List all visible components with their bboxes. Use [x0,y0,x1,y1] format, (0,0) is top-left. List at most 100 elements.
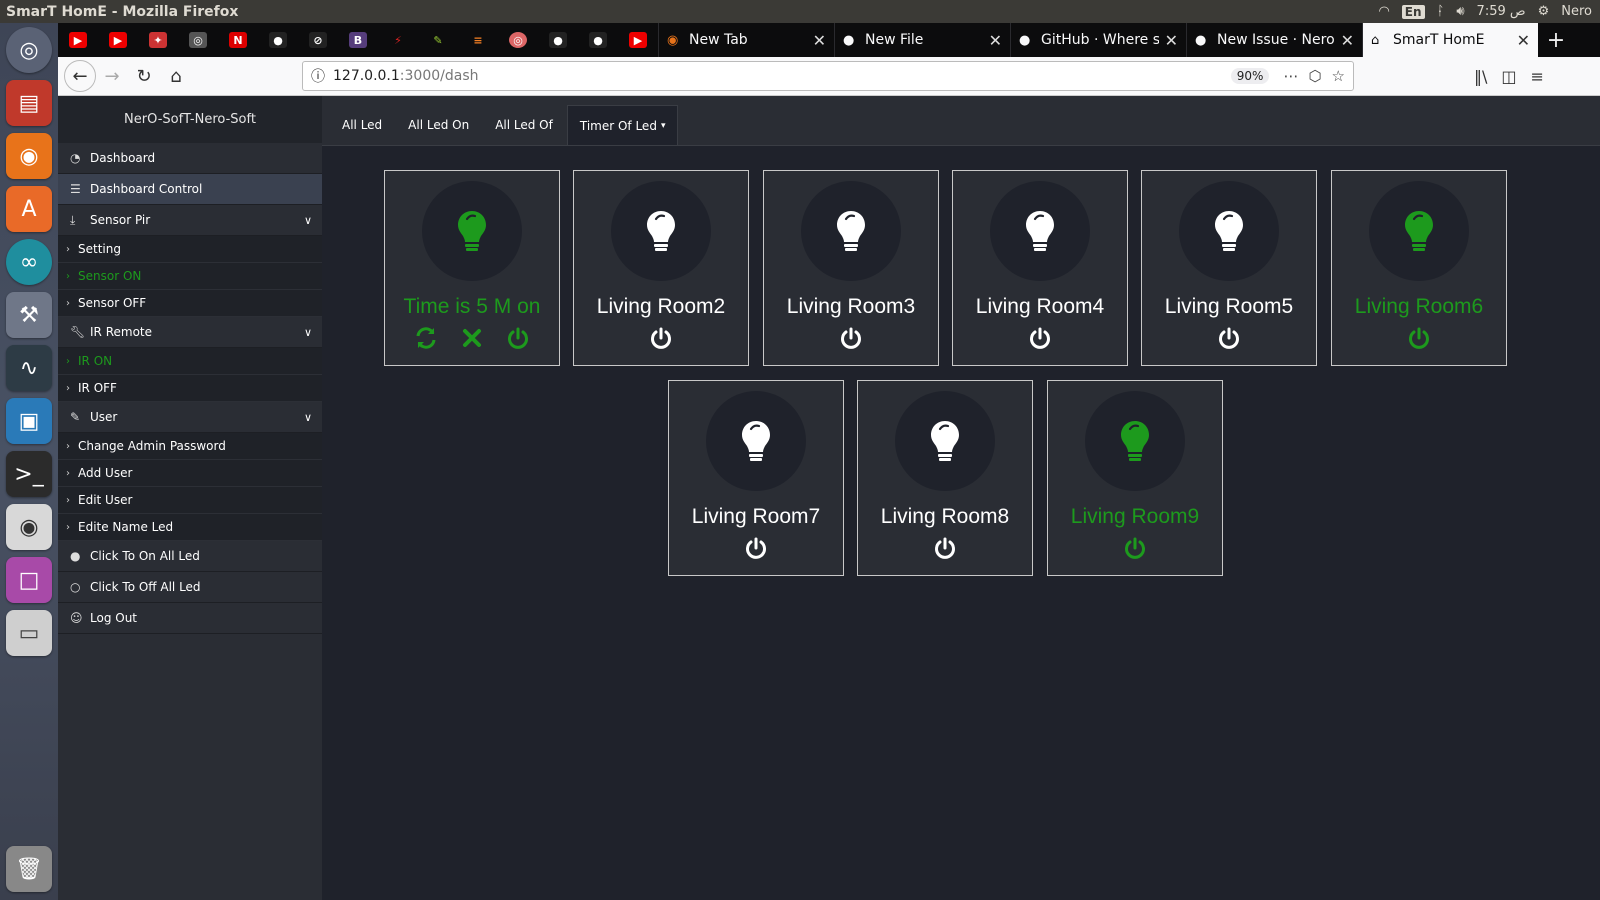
tab-all-led[interactable]: All Led [330,105,394,145]
power-icon[interactable] [743,535,769,561]
keyboard-layout-indicator[interactable]: En [1401,4,1425,19]
close-icon[interactable]: ✕ [1165,31,1178,50]
pinned-tab-n[interactable]: N [218,23,258,57]
pinned-tab-lightning[interactable]: ⚡ [378,23,418,57]
pinned-tab-bootstrap[interactable]: B [338,23,378,57]
clock[interactable]: 7:59 ص [1477,4,1526,19]
bookmark-star-icon[interactable]: ☆ [1332,67,1345,85]
power-icon[interactable] [1406,325,1432,351]
lightbulb-icon[interactable] [895,391,995,491]
disk-drive-icon[interactable]: ▭ [6,610,52,656]
lightbulb-icon[interactable] [611,181,711,281]
tab-all-led-on[interactable]: All Led On [396,105,481,145]
zoom-level[interactable]: 90% [1230,68,1270,84]
submenu-item-sensor-off[interactable]: › Sensor OFF [58,290,322,317]
more-actions-icon[interactable]: ⋯ [1283,67,1298,85]
lightbulb-icon[interactable] [801,181,901,281]
home-button[interactable]: ⌂ [160,60,192,92]
tab-new-issue[interactable]: ● New Issue · Nero ✕ [1186,23,1362,57]
lightbulb-icon[interactable] [422,181,522,281]
back-button[interactable]: ← [64,60,96,92]
sidebar-item-dashboard[interactable]: ◔ Dashboard [58,143,322,174]
sidebar-item-ir-remote[interactable]: 🔧︎ IR Remote ∨ [58,317,322,348]
camera-icon[interactable]: ◉ [6,504,52,550]
sidebar-item-sensor-pir[interactable]: ⤓ Sensor Pir ∨ [58,205,322,236]
pocket-icon[interactable]: ⬡ [1308,67,1321,85]
lightbulb-icon[interactable] [706,391,806,491]
pinned-tab-github-3[interactable]: ● [578,23,618,57]
user-name[interactable]: Nero [1561,4,1592,19]
sidebar-item-dashboard-control[interactable]: ☰ Dashboard Control [58,174,322,205]
pinned-tab-browser[interactable]: ◎ [498,23,538,57]
virtualbox-icon[interactable]: ▣ [6,398,52,444]
submenu-item-edit-name-led[interactable]: › Edite Name Led [58,514,322,541]
lightbulb-icon[interactable] [1369,181,1469,281]
arduino-icon[interactable]: ∞ [6,239,52,285]
pinned-tab-github-1[interactable]: ● [258,23,298,57]
submenu-item-add-user[interactable]: › Add User [58,460,322,487]
pinned-tab-pencil[interactable]: ✎ [418,23,458,57]
pinned-tab-github-2[interactable]: ● [538,23,578,57]
system-tools-icon[interactable]: ⚒ [6,292,52,338]
power-icon[interactable] [648,325,674,351]
sidebar-item-all-off[interactable]: ○ Click To Off All Led [58,572,322,603]
power-icon[interactable] [1122,535,1148,561]
refresh-icon[interactable] [413,325,439,351]
pinned-tab-youtube[interactable]: ▶ [98,23,138,57]
sidebar-item-all-on[interactable]: ● Click To On All Led [58,541,322,572]
volume-icon[interactable]: 🔊︎ [1456,4,1464,19]
sidebar-item-user[interactable]: ✎ User ∨ [58,402,322,433]
files-icon[interactable]: ▤ [6,80,52,126]
close-icon[interactable]: ✕ [1341,31,1354,50]
tab-github[interactable]: ● GitHub · Where so ✕ [1010,23,1186,57]
submenu-item-ir-off[interactable]: › IR OFF [58,375,322,402]
submenu-item-sensor-on[interactable]: › Sensor ON [58,263,322,290]
power-icon[interactable] [1027,325,1053,351]
url-bar[interactable]: ⓘ 127.0.0.1:3000/dash 90% ⋯ ⬡ ☆ [302,61,1354,91]
reload-button[interactable]: ↻ [128,60,160,92]
lightbulb-icon[interactable] [1179,181,1279,281]
new-tab-button[interactable]: + [1538,23,1574,57]
lightbulb-icon[interactable] [1085,391,1185,491]
close-icon[interactable]: ✕ [813,31,826,50]
power-icon[interactable] [932,535,958,561]
pinned-tab-youtube-playing[interactable]: ▶ [618,23,658,57]
sidebar-toggle-icon[interactable]: ◫ [1501,67,1516,86]
pinned-tab-youtube-muted[interactable]: ▶ [58,23,98,57]
url-text[interactable]: 127.0.0.1:3000/dash [333,68,1231,84]
pinned-tab-compass[interactable]: ⊘ [298,23,338,57]
window-app-icon[interactable]: □ [6,557,52,603]
pinned-tab-camera[interactable]: ◎ [178,23,218,57]
library-icon[interactable]: ‖\ [1474,67,1487,86]
lightbulb-icon[interactable] [990,181,1090,281]
submenu-item-change-admin-password[interactable]: › Change Admin Password [58,433,322,460]
firefox-icon[interactable]: ◉ [6,133,52,179]
brand-title[interactable]: NerO-SofT-Nero-Soft [58,96,322,143]
submenu-item-setting[interactable]: › Setting [58,236,322,263]
settings-gear-icon[interactable]: ⚙ [1538,4,1550,19]
trash-icon[interactable]: 🗑︎ [6,846,52,892]
submenu-item-edit-user[interactable]: › Edit User [58,487,322,514]
power-icon[interactable] [838,325,864,351]
tab-all-led-of[interactable]: All Led Of [483,105,565,145]
dash-home-icon[interactable]: ◎ [6,27,52,73]
close-icon[interactable]: ✕ [989,31,1002,50]
tab-timer-of-led[interactable]: Timer Of Led ▾ [566,105,679,145]
tab-new-file[interactable]: ● New File ✕ [834,23,1010,57]
terminal-icon[interactable]: >_ [6,451,52,497]
power-icon[interactable] [505,325,531,351]
tab-smart-home[interactable]: ⌂ SmarT HomE ✕ [1362,23,1538,57]
cancel-timer-icon[interactable] [459,325,485,351]
menu-icon[interactable]: ≡ [1531,67,1544,86]
tab-new-tab[interactable]: ◉ New Tab ✕ [658,23,834,57]
wifi-icon[interactable]: ◠ [1378,4,1389,19]
bluetooth-icon[interactable]: ᛛ [1437,4,1445,19]
submenu-item-ir-on[interactable]: › IR ON [58,348,322,375]
forward-button[interactable]: → [96,60,128,92]
system-monitor-icon[interactable]: ∿ [6,345,52,391]
pinned-tab-shield[interactable]: ✦ [138,23,178,57]
sidebar-item-log-out[interactable]: ☺ Log Out [58,603,322,634]
close-icon[interactable]: ✕ [1517,31,1530,50]
pinned-tab-stackoverflow[interactable]: ≡ [458,23,498,57]
power-icon[interactable] [1216,325,1242,351]
